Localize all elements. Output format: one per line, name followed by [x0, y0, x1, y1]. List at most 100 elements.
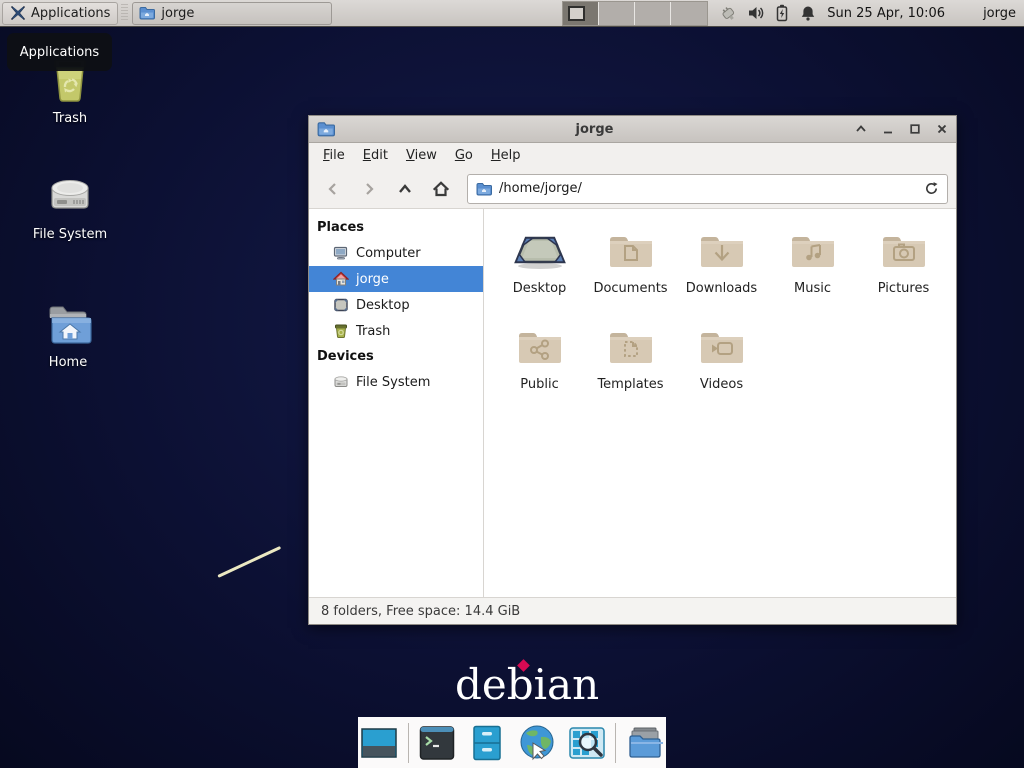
shade-button[interactable] — [854, 123, 867, 136]
file-documents[interactable]: Documents — [585, 223, 676, 319]
desktop-icon-file-system[interactable]: File System — [8, 168, 132, 242]
hard-drive-icon — [333, 374, 349, 390]
dock-application-finder-button[interactable] — [566, 722, 608, 764]
toolbar: /home/jorge/ — [309, 169, 956, 209]
sidebar-item-label: Trash — [356, 324, 390, 339]
sidebar-item-label: jorge — [356, 272, 389, 287]
taskbar-window-button-label: jorge — [161, 6, 194, 21]
tooltip-text: Applications — [20, 45, 99, 60]
applications-tooltip: Applications — [7, 33, 112, 71]
workspace-4[interactable] — [671, 2, 707, 25]
hard-drive-icon — [44, 174, 96, 220]
forward-button[interactable] — [353, 174, 385, 204]
dock-terminal-button[interactable] — [417, 722, 459, 764]
dock-folder-button[interactable] — [624, 722, 666, 764]
dock-show-desktop-button[interactable] — [358, 722, 400, 764]
file-label: Videos — [700, 377, 743, 392]
sidebar-header-devices: Devices — [309, 344, 483, 369]
path-input[interactable]: /home/jorge/ — [499, 181, 917, 196]
minimize-button[interactable] — [881, 123, 894, 136]
workspace-1[interactable] — [563, 2, 599, 25]
sidebar-item-label: Computer — [356, 246, 421, 261]
sidebar-item-file-system[interactable]: File System — [309, 369, 483, 395]
notifications-icon[interactable] — [799, 4, 817, 22]
applications-menu-icon — [10, 5, 26, 21]
file-public[interactable]: Public — [494, 319, 585, 415]
system-tray — [718, 4, 817, 22]
desktop-surface-icon — [512, 231, 568, 271]
desktop-icon-label: File System — [8, 227, 132, 242]
public-folder-icon — [516, 326, 564, 368]
folders-icon — [625, 723, 665, 763]
panel-user-label[interactable]: jorge — [983, 6, 1016, 21]
home-button[interactable] — [425, 174, 457, 204]
dock — [358, 717, 666, 768]
application-finder-icon — [567, 723, 607, 763]
file-label: Documents — [593, 281, 667, 296]
computer-icon — [333, 245, 349, 261]
applications-button-label: Applications — [31, 6, 110, 21]
desktop-icon-label: Home — [6, 355, 130, 370]
sidebar-item-desktop[interactable]: Desktop — [309, 292, 483, 318]
show-desktop-icon — [359, 723, 399, 763]
taskbar-window-button[interactable]: jorge — [132, 2, 332, 25]
workspace-3[interactable] — [635, 2, 671, 25]
window-titlebar[interactable]: jorge — [309, 116, 956, 143]
panel-handle — [121, 4, 128, 22]
home-folder-icon — [42, 302, 94, 348]
sidebar-item-jorge[interactable]: jorge — [309, 266, 483, 292]
dock-web-browser-button[interactable] — [516, 722, 558, 764]
file-label: Public — [520, 377, 558, 392]
network-icon[interactable] — [718, 4, 738, 22]
maximize-button[interactable] — [908, 123, 921, 136]
menu-help[interactable]: Help — [483, 145, 529, 166]
window-title: jorge — [335, 122, 854, 137]
applications-button[interactable]: Applications — [2, 2, 118, 25]
sidebar-header-places: Places — [309, 215, 483, 240]
menu-file[interactable]: File — [315, 145, 353, 166]
debian-logo: debian — [455, 660, 599, 709]
top-panel: Applications jorge — [0, 0, 1024, 27]
file-label: Templates — [597, 377, 663, 392]
workspace-2[interactable] — [599, 2, 635, 25]
menu-view[interactable]: View — [398, 145, 445, 166]
menu-edit[interactable]: Edit — [355, 145, 396, 166]
file-desktop[interactable]: Desktop — [494, 223, 585, 319]
desktop-icon-label: Trash — [8, 111, 132, 126]
menubar: File Edit View Go Help — [309, 143, 956, 169]
downloads-folder-icon — [698, 230, 746, 272]
desktop-icon-home[interactable]: Home — [6, 296, 130, 370]
close-button[interactable] — [935, 123, 948, 136]
up-button[interactable] — [389, 174, 421, 204]
templates-folder-icon — [607, 326, 655, 368]
volume-icon[interactable] — [747, 4, 765, 22]
file-manager-window: jorge File Edit View Go Help — [308, 115, 957, 625]
window-body: Places Computer jorge — [309, 209, 956, 597]
file-templates[interactable]: Templates — [585, 319, 676, 415]
file-label: Downloads — [686, 281, 757, 296]
workspace-switcher[interactable] — [562, 1, 708, 26]
path-bar[interactable]: /home/jorge/ — [467, 174, 948, 204]
reload-icon[interactable] — [924, 181, 939, 196]
panel-clock[interactable]: Sun 25 Apr, 10:06 — [827, 6, 945, 21]
music-folder-icon — [789, 230, 837, 272]
file-music[interactable]: Music — [767, 223, 858, 319]
battery-icon[interactable] — [774, 4, 790, 22]
pictures-folder-icon — [880, 230, 928, 272]
statusbar: 8 folders, Free space: 14.4 GiB — [309, 597, 956, 624]
path-folder-icon — [476, 182, 492, 196]
dock-file-manager-button[interactable] — [466, 722, 508, 764]
file-videos[interactable]: Videos — [676, 319, 767, 415]
back-button[interactable] — [317, 174, 349, 204]
menu-go[interactable]: Go — [447, 145, 481, 166]
file-pictures[interactable]: Pictures — [858, 223, 949, 319]
file-cabinet-icon — [467, 723, 507, 763]
web-browser-icon — [517, 723, 557, 763]
sidebar-item-trash[interactable]: Trash — [309, 318, 483, 344]
home-icon — [333, 271, 349, 287]
file-label: Desktop — [513, 281, 567, 296]
file-downloads[interactable]: Downloads — [676, 223, 767, 319]
sidebar-item-computer[interactable]: Computer — [309, 240, 483, 266]
window-icon — [317, 121, 335, 137]
files-pane: Desktop Documents — [484, 209, 956, 597]
